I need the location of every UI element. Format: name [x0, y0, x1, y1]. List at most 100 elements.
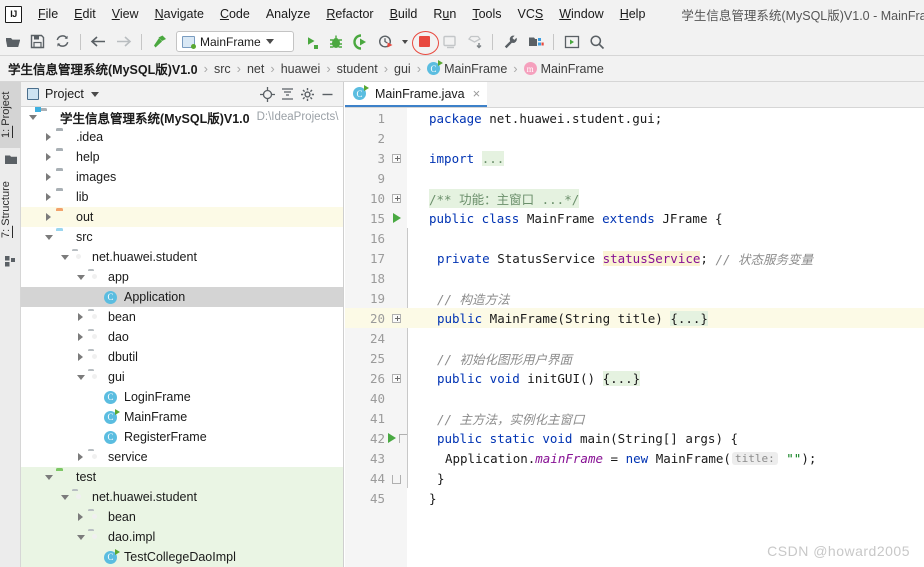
- expand-arrow[interactable]: [74, 371, 87, 384]
- tree-item-gui[interactable]: gui: [21, 367, 343, 387]
- breadcrumb-item-学生信息管理系统(MySQL版)V1.0[interactable]: 学生信息管理系统(MySQL版)V1.0: [8, 59, 198, 78]
- code-line-42[interactable]: 42 public static void main(String[] args)…: [345, 428, 924, 448]
- gutter-marker[interactable]: [386, 288, 407, 308]
- code-line-44[interactable]: 44}: [345, 468, 924, 488]
- tree-item-学生信息管理系统(MySQL版)V1.0[interactable]: 学生信息管理系统(MySQL版)V1.0 D:\IdeaProjects\: [21, 107, 343, 127]
- expand-arrow[interactable]: [74, 271, 87, 284]
- expand-arrow[interactable]: [42, 471, 55, 484]
- expand-arrow[interactable]: [42, 151, 55, 164]
- code-line-9[interactable]: 9: [345, 168, 924, 188]
- tree-item-app[interactable]: app: [21, 267, 343, 287]
- profiler-icon[interactable]: [373, 31, 398, 53]
- code-line-16[interactable]: 16: [345, 228, 924, 248]
- fold-end-icon[interactable]: [392, 474, 401, 484]
- expand-arrow[interactable]: [74, 531, 87, 544]
- gutter-marker[interactable]: [386, 388, 407, 408]
- breadcrumb-item-net[interactable]: net: [247, 62, 264, 76]
- expand-arrow[interactable]: [42, 231, 55, 244]
- sidebar-item-project[interactable]: 1: Project: [0, 82, 21, 148]
- expand-arrow[interactable]: [58, 251, 71, 264]
- close-icon[interactable]: ×: [473, 86, 481, 101]
- tree-item-MainFrame[interactable]: C MainFrame: [21, 407, 343, 427]
- sync-icon[interactable]: [50, 31, 75, 53]
- expand-arrow[interactable]: [42, 171, 55, 184]
- tab-mainframe-java[interactable]: C MainFrame.java ×: [345, 82, 488, 107]
- expand-arrow[interactable]: [74, 331, 87, 344]
- locate-icon[interactable]: [257, 84, 277, 104]
- tree-item-net.huawei.student[interactable]: net.huawei.student: [21, 247, 343, 267]
- menu-item-view[interactable]: View: [104, 5, 147, 23]
- run-icon[interactable]: [298, 31, 323, 53]
- gutter-marker[interactable]: [386, 368, 407, 388]
- tree-item-.idea[interactable]: .idea: [21, 127, 343, 147]
- code-line-41[interactable]: 41 // 主方法，实例化主窗口: [345, 408, 924, 428]
- tree-item-service[interactable]: service: [21, 447, 343, 467]
- update-app-icon[interactable]: [437, 31, 462, 53]
- settings-wrench-icon[interactable]: [498, 31, 523, 53]
- stop-button[interactable]: [412, 30, 439, 55]
- gutter-marker[interactable]: [386, 268, 407, 288]
- save-all-icon[interactable]: [25, 31, 50, 53]
- tree-item-bean[interactable]: bean: [21, 307, 343, 327]
- breadcrumb-item-MainFrame[interactable]: m MainFrame: [523, 62, 604, 76]
- gutter-marker[interactable]: [386, 308, 407, 328]
- menu-item-window[interactable]: Window: [551, 5, 611, 23]
- expand-arrow[interactable]: [90, 431, 103, 444]
- code-line-17[interactable]: 17 private StatusService statusService; /…: [345, 248, 924, 268]
- expand-arrow[interactable]: [90, 551, 103, 564]
- breadcrumb-item-student[interactable]: student: [337, 62, 378, 76]
- tree-item-LoginFrame[interactable]: C LoginFrame: [21, 387, 343, 407]
- tree-item-help[interactable]: help: [21, 147, 343, 167]
- gutter-marker[interactable]: [386, 408, 407, 428]
- gutter-marker[interactable]: [386, 228, 407, 248]
- tree-item-dao.impl[interactable]: dao.impl: [21, 527, 343, 547]
- profiler-dropdown-icon[interactable]: [398, 31, 412, 53]
- expand-arrow[interactable]: [42, 191, 55, 204]
- expand-arrow[interactable]: [74, 351, 87, 364]
- chevron-down-icon[interactable]: [90, 91, 99, 97]
- breadcrumb-item-MainFrame[interactable]: C MainFrame: [427, 60, 507, 76]
- hide-icon[interactable]: [317, 84, 337, 104]
- menu-item-run[interactable]: Run: [425, 5, 464, 23]
- expand-arrow[interactable]: [42, 131, 55, 144]
- console-icon[interactable]: [559, 31, 584, 53]
- expand-arrow[interactable]: [90, 391, 103, 404]
- menu-item-edit[interactable]: Edit: [66, 5, 104, 23]
- gutter-marker[interactable]: [386, 348, 407, 368]
- sidebar-item-structure[interactable]: 7: Structure: [0, 170, 21, 250]
- tree-item-src[interactable]: src: [21, 227, 343, 247]
- tree-item-bean[interactable]: bean: [21, 507, 343, 527]
- project-structure-icon[interactable]: [523, 31, 548, 53]
- gear-icon[interactable]: [297, 84, 317, 104]
- gutter-marker[interactable]: [386, 108, 407, 128]
- forward-icon[interactable]: [111, 31, 136, 53]
- tree-item-Application[interactable]: C Application: [21, 287, 343, 307]
- gutter-marker[interactable]: [386, 328, 407, 348]
- tree-item-lib[interactable]: lib: [21, 187, 343, 207]
- gutter-marker[interactable]: [386, 468, 407, 488]
- tree-item-out[interactable]: out: [21, 207, 343, 227]
- expand-arrow[interactable]: [74, 451, 87, 464]
- fold-expand-icon[interactable]: [392, 313, 401, 323]
- tree-item-dao[interactable]: dao: [21, 327, 343, 347]
- run-with-coverage-icon[interactable]: [348, 31, 373, 53]
- code-line-40[interactable]: 40: [345, 388, 924, 408]
- tree-item-RegisterFrame[interactable]: C RegisterFrame: [21, 427, 343, 447]
- code-line-3[interactable]: 3 import ...: [345, 148, 924, 168]
- back-icon[interactable]: [86, 31, 111, 53]
- expand-arrow[interactable]: [90, 291, 103, 304]
- menu-item-file[interactable]: File: [30, 5, 66, 23]
- code-line-24[interactable]: 24: [345, 328, 924, 348]
- tree-item-test[interactable]: test: [21, 467, 343, 487]
- code-line-15[interactable]: 15 public class MainFrame extends JFrame …: [345, 208, 924, 228]
- code-line-20[interactable]: 20 public MainFrame(String title) {...}: [345, 308, 924, 328]
- gutter-marker[interactable]: [386, 208, 407, 228]
- menu-item-help[interactable]: Help: [612, 5, 654, 23]
- code-line-1[interactable]: 1 package net.huawei.student.gui;: [345, 108, 924, 128]
- code-line-18[interactable]: 18: [345, 268, 924, 288]
- code-line-25[interactable]: 25 // 初始化图形用户界面: [345, 348, 924, 368]
- breadcrumb-item-huawei[interactable]: huawei: [281, 62, 321, 76]
- code-viewport[interactable]: 1 package net.huawei.student.gui; 2 3 import…: [345, 108, 924, 567]
- fold-expand-icon[interactable]: [392, 193, 401, 203]
- collapse-all-icon[interactable]: [277, 84, 297, 104]
